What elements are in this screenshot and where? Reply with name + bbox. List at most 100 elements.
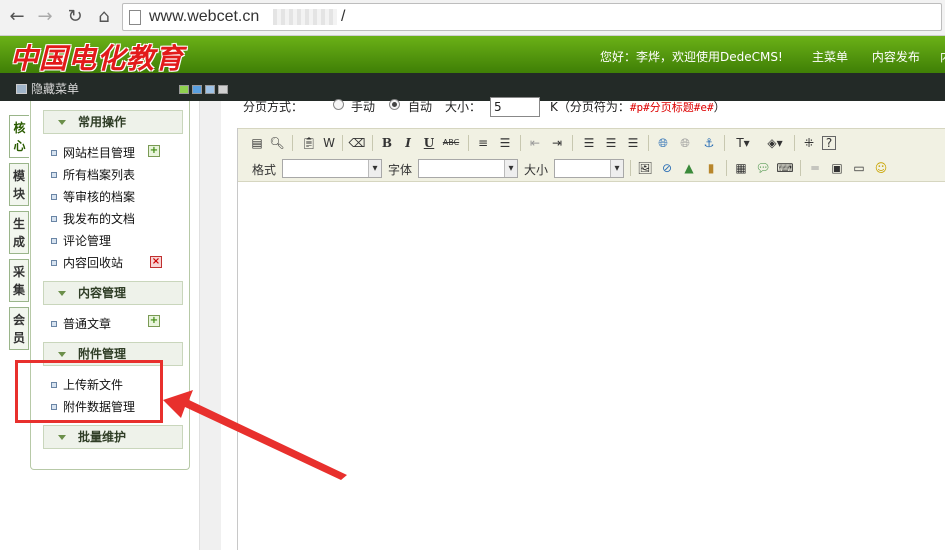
tab-collect[interactable]: 采集	[9, 259, 29, 302]
size-select[interactable]	[554, 159, 624, 178]
source-icon[interactable]: ▤	[248, 134, 266, 152]
menu-item-comments[interactable]: 评论管理	[51, 232, 111, 249]
collapse-arrow-icon	[58, 352, 66, 357]
pagination-hint: K（分页符为：#p#分页标题#e#）	[550, 98, 726, 115]
add-article-icon[interactable]: +	[148, 315, 160, 327]
skin-blue[interactable]	[192, 85, 202, 94]
menu-item-all-archives[interactable]: 所有档案列表	[51, 166, 135, 183]
section-content[interactable]: 内容管理	[43, 281, 183, 305]
top-menu-publish[interactable]: 内容发布	[872, 50, 920, 64]
align-right-icon[interactable]: ☰	[624, 134, 642, 152]
skin-green[interactable]	[179, 85, 189, 94]
ordered-list-icon[interactable]: ≡	[474, 134, 492, 152]
image-icon[interactable]: 🖼︎	[636, 159, 654, 177]
section-title: 常用操作	[78, 115, 127, 129]
align-center-icon[interactable]: ☰	[602, 134, 620, 152]
menu-item-pending[interactable]: 等审核的档案	[51, 188, 135, 205]
bold-icon[interactable]: B	[378, 134, 396, 152]
manual-radio[interactable]	[333, 99, 344, 110]
code-icon[interactable]: ⌨︎	[776, 159, 794, 177]
italic-icon[interactable]: I	[399, 134, 417, 152]
bullet-icon	[51, 172, 57, 178]
text-color-icon[interactable]: T▾	[730, 134, 756, 152]
underline-icon[interactable]: U	[420, 134, 438, 152]
tab-members[interactable]: 会员	[9, 307, 29, 350]
section-common[interactable]: 常用操作	[43, 110, 183, 134]
flash-icon[interactable]: ⊘	[658, 159, 676, 177]
clear-recycle-icon[interactable]: ×	[150, 256, 162, 268]
menu-item-my-docs[interactable]: 我发布的文档	[51, 210, 135, 227]
hide-menu-label: 隐藏菜单	[31, 82, 80, 96]
skin-lightblue[interactable]	[205, 85, 215, 94]
tab-core[interactable]: 核心	[9, 115, 29, 158]
link-icon[interactable]: 🌐︎	[654, 134, 672, 152]
bullet-icon	[51, 238, 57, 244]
indent-icon[interactable]: ⇥	[548, 134, 566, 152]
eraser-icon[interactable]: ⌫	[348, 134, 366, 152]
reload-icon[interactable]: ↻	[64, 6, 86, 28]
unordered-list-icon[interactable]: ☰	[496, 134, 514, 152]
top-menu-more[interactable]: 内	[940, 48, 945, 65]
fullscreen-icon[interactable]: ▭	[850, 159, 868, 177]
skin-gray[interactable]	[218, 85, 228, 94]
sub-toolbar: 隐藏菜单	[0, 73, 945, 101]
top-menu-main[interactable]: 主菜单	[812, 50, 848, 64]
bullet-icon	[51, 150, 57, 156]
menu-item-channel[interactable]: 网站栏目管理	[51, 144, 135, 161]
toolbar-separator	[342, 135, 343, 151]
toolbar-separator	[630, 160, 631, 176]
hint-suffix: ）	[713, 100, 726, 114]
site-header: 中国电化教育 您好：李烨，欢迎使用DedeCMS! 主菜单 内容发布 内	[0, 36, 945, 75]
skin-switcher	[179, 83, 231, 97]
unlink-icon[interactable]: 🌐︎	[676, 134, 694, 152]
back-arrow-icon[interactable]: ←	[6, 6, 28, 28]
bg-color-icon[interactable]: ◈▾	[762, 134, 788, 152]
toolbar-separator	[372, 135, 373, 151]
paste-word-icon[interactable]: W	[320, 134, 338, 152]
select-all-icon[interactable]: ▣	[828, 159, 846, 177]
table-icon[interactable]: ▦	[732, 159, 750, 177]
site-logo: 中国电化教育	[10, 42, 185, 75]
pagebreak-icon[interactable]: ⁜	[800, 134, 818, 152]
home-icon[interactable]: ⌂	[93, 6, 115, 28]
toolbar-separator	[572, 135, 573, 151]
tab-generate[interactable]: 生成	[9, 211, 29, 254]
forward-arrow-icon[interactable]: →	[34, 6, 56, 28]
auto-radio[interactable]	[389, 99, 400, 110]
toolbar-separator	[794, 135, 795, 151]
smiley-icon[interactable]: ☺	[872, 159, 890, 177]
preview-icon[interactable]: 🔍︎	[268, 134, 286, 152]
menu-item-recycle[interactable]: 内容回收站	[51, 254, 123, 271]
size-input[interactable]: 5	[490, 97, 540, 117]
toolbar-separator	[648, 135, 649, 151]
size-label: 大小：	[445, 100, 482, 114]
quote-icon[interactable]: 💬︎	[754, 159, 772, 177]
bullet-icon	[51, 260, 57, 266]
menu-item-label: 所有档案列表	[63, 168, 136, 182]
add-channel-icon[interactable]: +	[148, 145, 160, 157]
hr-icon[interactable]: ═	[806, 159, 824, 177]
editor-content-area[interactable]	[238, 183, 945, 550]
media-icon[interactable]: ▲	[680, 159, 698, 177]
format-select[interactable]	[282, 159, 382, 178]
section-title: 附件管理	[78, 347, 127, 361]
collapse-arrow-icon	[58, 291, 66, 296]
hide-menu-button[interactable]: 隐藏菜单	[16, 80, 79, 97]
collapse-arrow-icon	[58, 435, 66, 440]
outdent-icon[interactable]: ⇤	[526, 134, 544, 152]
menu-item-label: 普通文章	[63, 317, 112, 331]
arrow-shape	[163, 390, 347, 480]
menu-item-article[interactable]: 普通文章	[51, 315, 111, 332]
strike-icon[interactable]: ABC	[442, 134, 460, 152]
paste-icon[interactable]: 📋︎	[300, 134, 318, 152]
attachment-icon[interactable]: ▮	[702, 159, 720, 177]
help-icon[interactable]: ?	[822, 136, 836, 150]
align-left-icon[interactable]: ☰	[580, 134, 598, 152]
address-bar[interactable]: www.webcet.cn /	[122, 3, 942, 31]
tab-modules[interactable]: 模块	[9, 163, 29, 206]
section-title: 批量维护	[78, 430, 127, 444]
url-text[interactable]: www.webcet.cn	[149, 8, 259, 26]
font-select[interactable]	[418, 159, 518, 178]
anchor-icon[interactable]: ⚓︎	[700, 134, 718, 152]
frame-separator[interactable]	[199, 101, 221, 550]
